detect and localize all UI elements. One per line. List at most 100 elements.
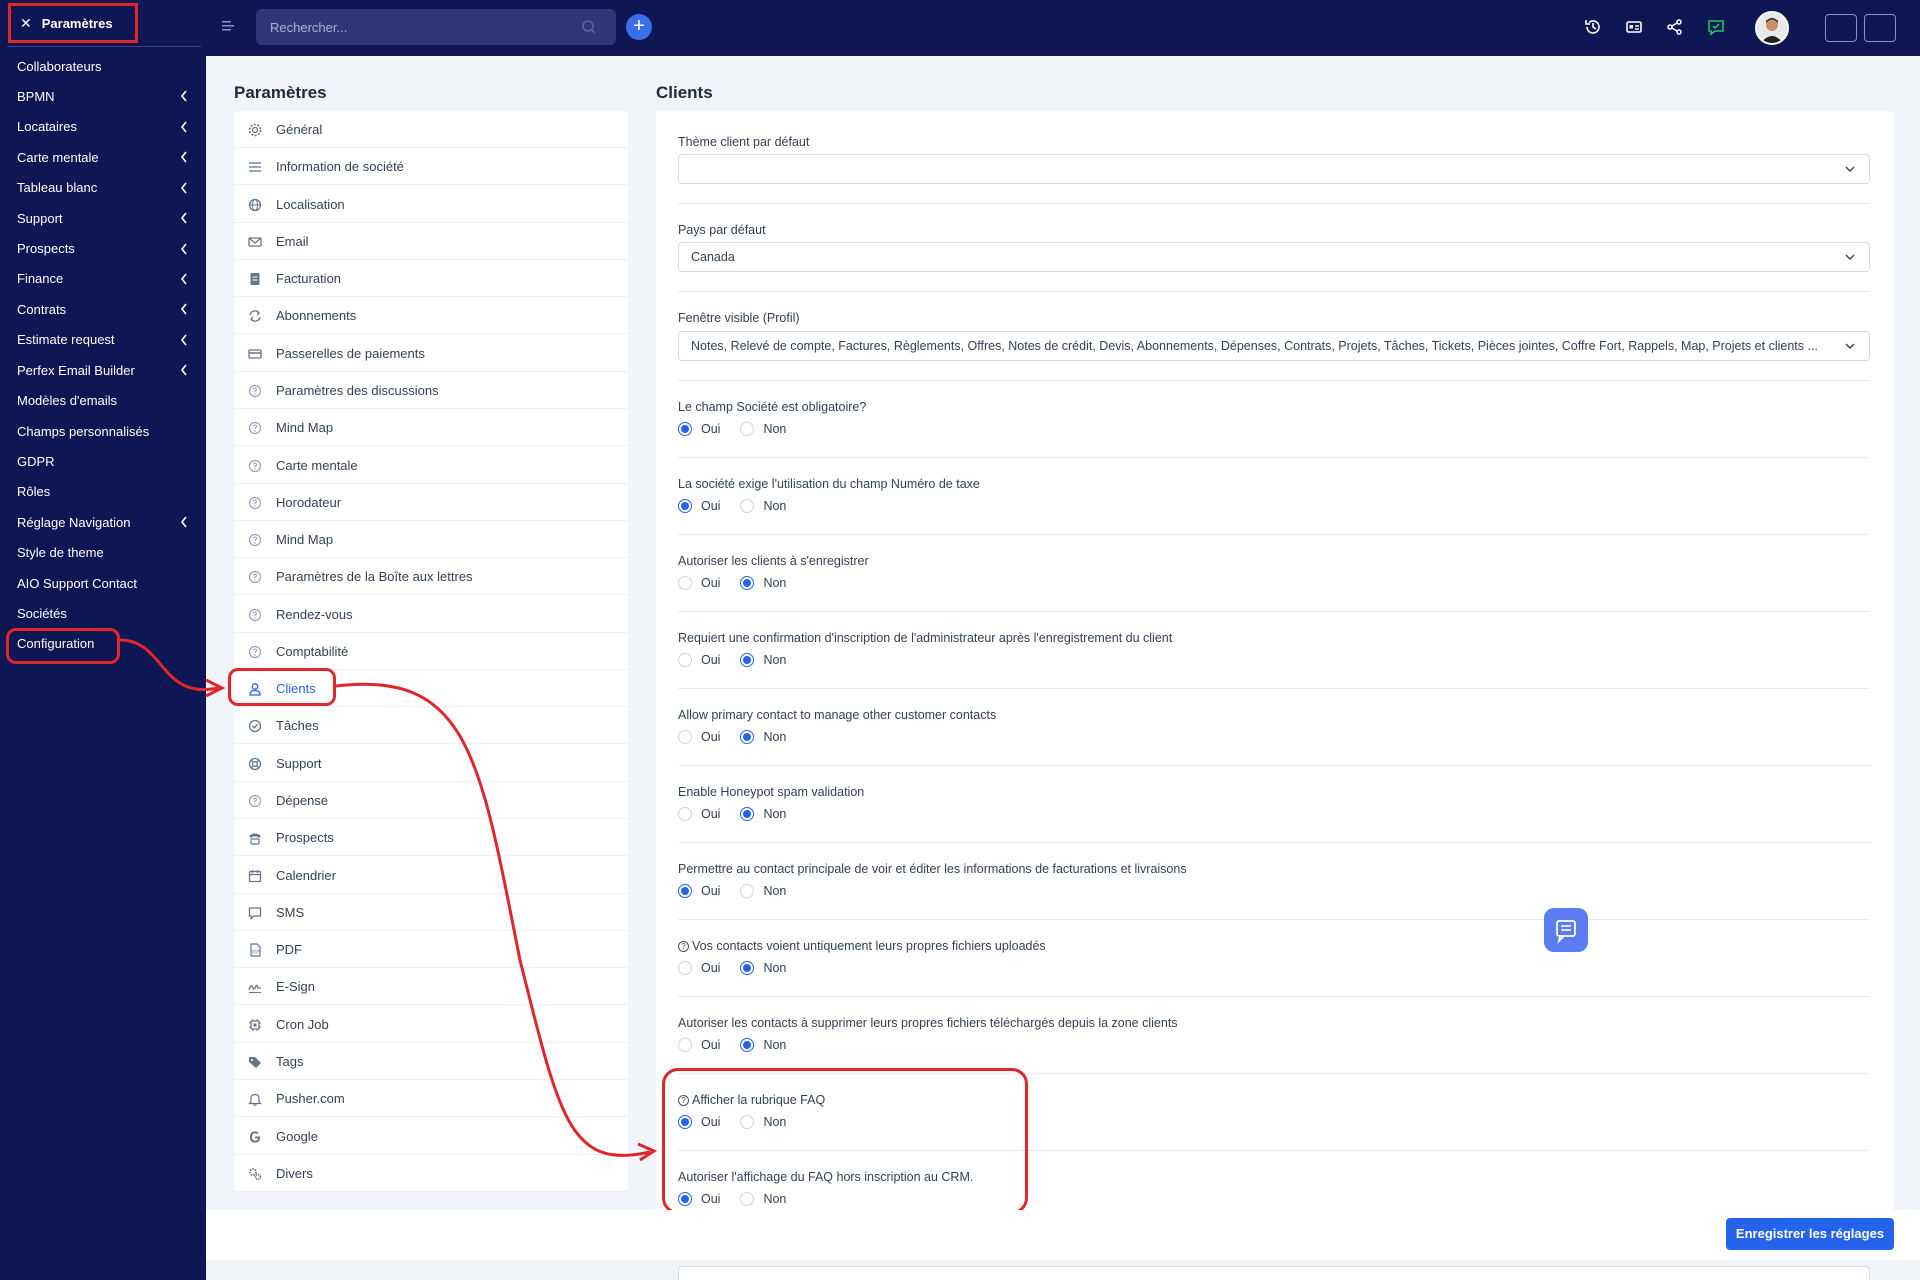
- question-label: Le champ Société est obligatoire?: [678, 400, 866, 414]
- radio-no[interactable]: [740, 576, 755, 590]
- settings-item-20[interactable]: Calendrier: [234, 857, 628, 894]
- settings-item-28[interactable]: Divers: [234, 1155, 628, 1192]
- chat-check-icon[interactable]: [1706, 17, 1726, 37]
- theme-select[interactable]: [678, 154, 1870, 184]
- envelope-icon: [248, 237, 262, 247]
- settings-item-10[interactable]: Horodateur: [234, 484, 628, 521]
- radio-yes[interactable]: [678, 499, 692, 513]
- settings-item-4[interactable]: Facturation: [234, 260, 628, 298]
- sidebar-item-10[interactable]: Perfex Email Builder: [0, 355, 206, 385]
- settings-item-18[interactable]: Dépense: [234, 782, 628, 820]
- sidebar-item-11[interactable]: Modèles d'emails: [0, 386, 206, 416]
- radio-no-label: Non: [763, 576, 787, 590]
- sidebar-item-8[interactable]: Contrats: [0, 294, 206, 324]
- search-input[interactable]: [256, 9, 616, 45]
- radio-no[interactable]: [740, 1038, 755, 1052]
- settings-item-11[interactable]: Mind Map: [234, 521, 628, 559]
- settings-item-24[interactable]: Cron Job: [234, 1006, 628, 1043]
- sidebar-item-12[interactable]: Champs personnalisés: [0, 416, 206, 446]
- radio-no[interactable]: [740, 884, 755, 898]
- window-button-2[interactable]: [1864, 14, 1896, 42]
- radio-yes[interactable]: [678, 961, 692, 975]
- settings-item-26[interactable]: Pusher.com: [234, 1080, 628, 1118]
- sidebar-item-15[interactable]: Réglage Navigation: [0, 507, 206, 537]
- settings-item-0[interactable]: Général: [234, 111, 628, 148]
- sidebar-item-13[interactable]: GDPR: [0, 446, 206, 476]
- clients-title: Clients: [656, 83, 713, 102]
- sidebar-item-3[interactable]: Carte mentale: [0, 142, 206, 172]
- sidebar-item-14[interactable]: Rôles: [0, 477, 206, 507]
- sidebar-item-18[interactable]: Sociétés: [0, 599, 206, 629]
- radio-no-label: Non: [763, 961, 787, 975]
- menu-icon[interactable]: [222, 19, 236, 33]
- settings-item-9[interactable]: Carte mentale: [234, 447, 628, 484]
- id-card-icon[interactable]: [1624, 17, 1644, 37]
- sidebar-item-label: GDPR: [17, 453, 55, 469]
- settings-item-14[interactable]: Comptabilité: [234, 633, 628, 670]
- settings-item-22[interactable]: PDF PDF: [234, 931, 628, 969]
- settings-item-23[interactable]: E-Sign: [234, 968, 628, 1006]
- radio-no[interactable]: [740, 961, 755, 975]
- history-icon[interactable]: [1583, 17, 1603, 37]
- window-button-1[interactable]: [1825, 14, 1857, 42]
- radio-yes[interactable]: [678, 653, 692, 667]
- sidebar-item-1[interactable]: BPMN: [0, 81, 206, 111]
- sidebar-item-9[interactable]: Estimate request: [0, 325, 206, 355]
- radio-yes-label: Oui: [701, 807, 721, 821]
- settings-item-19[interactable]: Prospects: [234, 819, 628, 857]
- chat-button[interactable]: [1544, 908, 1588, 952]
- share-icon[interactable]: [1665, 17, 1685, 37]
- radio-no[interactable]: [740, 730, 755, 744]
- visible-select[interactable]: Notes, Relevé de compte, Factures, Règle…: [678, 331, 1870, 361]
- settings-item-21[interactable]: SMS: [234, 894, 628, 931]
- radio-yes[interactable]: [678, 576, 692, 590]
- settings-item-12[interactable]: Paramètres de la Boîte aux lettres: [234, 558, 628, 596]
- settings-item-17[interactable]: Support: [234, 745, 628, 782]
- radio-no[interactable]: [740, 499, 755, 513]
- add-button[interactable]: +: [626, 14, 652, 40]
- settings-item-16[interactable]: Tâches: [234, 707, 628, 745]
- settings-item-27[interactable]: Google: [234, 1118, 628, 1155]
- sidebar-item-2[interactable]: Locataires: [0, 112, 206, 142]
- radio-yes[interactable]: [678, 730, 692, 744]
- sidebar-item-0[interactable]: Collaborateurs: [0, 51, 206, 81]
- sidebar-item-16[interactable]: Style de theme: [0, 538, 206, 568]
- radio-no[interactable]: [740, 807, 755, 821]
- search-icon[interactable]: [581, 19, 597, 35]
- sidebar: ✕ Paramètres Collaborateurs BPMN Locataire…: [0, 0, 206, 1280]
- sidebar-item-17[interactable]: AIO Support Contact: [0, 568, 206, 598]
- sidebar-header[interactable]: ✕ Paramètres: [8, 3, 138, 43]
- settings-item-6[interactable]: Passerelles de paiements: [234, 335, 628, 372]
- radio-no[interactable]: [740, 422, 755, 436]
- partial-field[interactable]: [678, 1266, 1870, 1280]
- settings-item-13[interactable]: Rendez-vous: [234, 596, 628, 633]
- annotation-highlight-clients: [228, 668, 336, 706]
- radio-yes[interactable]: [678, 884, 692, 898]
- radio-yes[interactable]: [678, 1038, 692, 1052]
- sidebar-item-label: Estimate request: [17, 332, 115, 348]
- settings-item-3[interactable]: Email: [234, 223, 628, 260]
- radio-yes[interactable]: [678, 807, 692, 821]
- question-label: Autoriser les contacts à supprimer leurs…: [678, 1016, 1178, 1030]
- settings-item-2[interactable]: Localisation: [234, 186, 628, 223]
- save-button[interactable]: Enregistrer les réglages: [1726, 1218, 1894, 1250]
- sidebar-item-5[interactable]: Support: [0, 203, 206, 233]
- sidebar-item-4[interactable]: Tableau blanc: [0, 173, 206, 203]
- settings-item-1[interactable]: Information de société: [234, 148, 628, 186]
- sidebar-item-6[interactable]: Prospects: [0, 234, 206, 264]
- settings-item-label: Général: [276, 122, 323, 137]
- settings-item-label: Cron Job: [276, 1016, 329, 1032]
- help-icon[interactable]: ?: [678, 941, 689, 953]
- sidebar-item-7[interactable]: Finance: [0, 264, 206, 294]
- radio-no[interactable]: [740, 653, 755, 667]
- radio-yes[interactable]: [678, 422, 692, 436]
- close-icon[interactable]: ✕: [20, 15, 32, 32]
- settings-item-label: SMS: [276, 904, 305, 920]
- settings-item-7[interactable]: Paramètres des discussions: [234, 372, 628, 409]
- settings-item-8[interactable]: Mind Map: [234, 409, 628, 447]
- settings-item-25[interactable]: Tags: [234, 1043, 628, 1080]
- settings-item-label: Paramètres de la Boîte aux lettres: [276, 569, 473, 585]
- country-select[interactable]: Canada: [678, 242, 1870, 272]
- avatar[interactable]: [1755, 11, 1789, 45]
- settings-item-5[interactable]: Abonnements: [234, 297, 628, 335]
